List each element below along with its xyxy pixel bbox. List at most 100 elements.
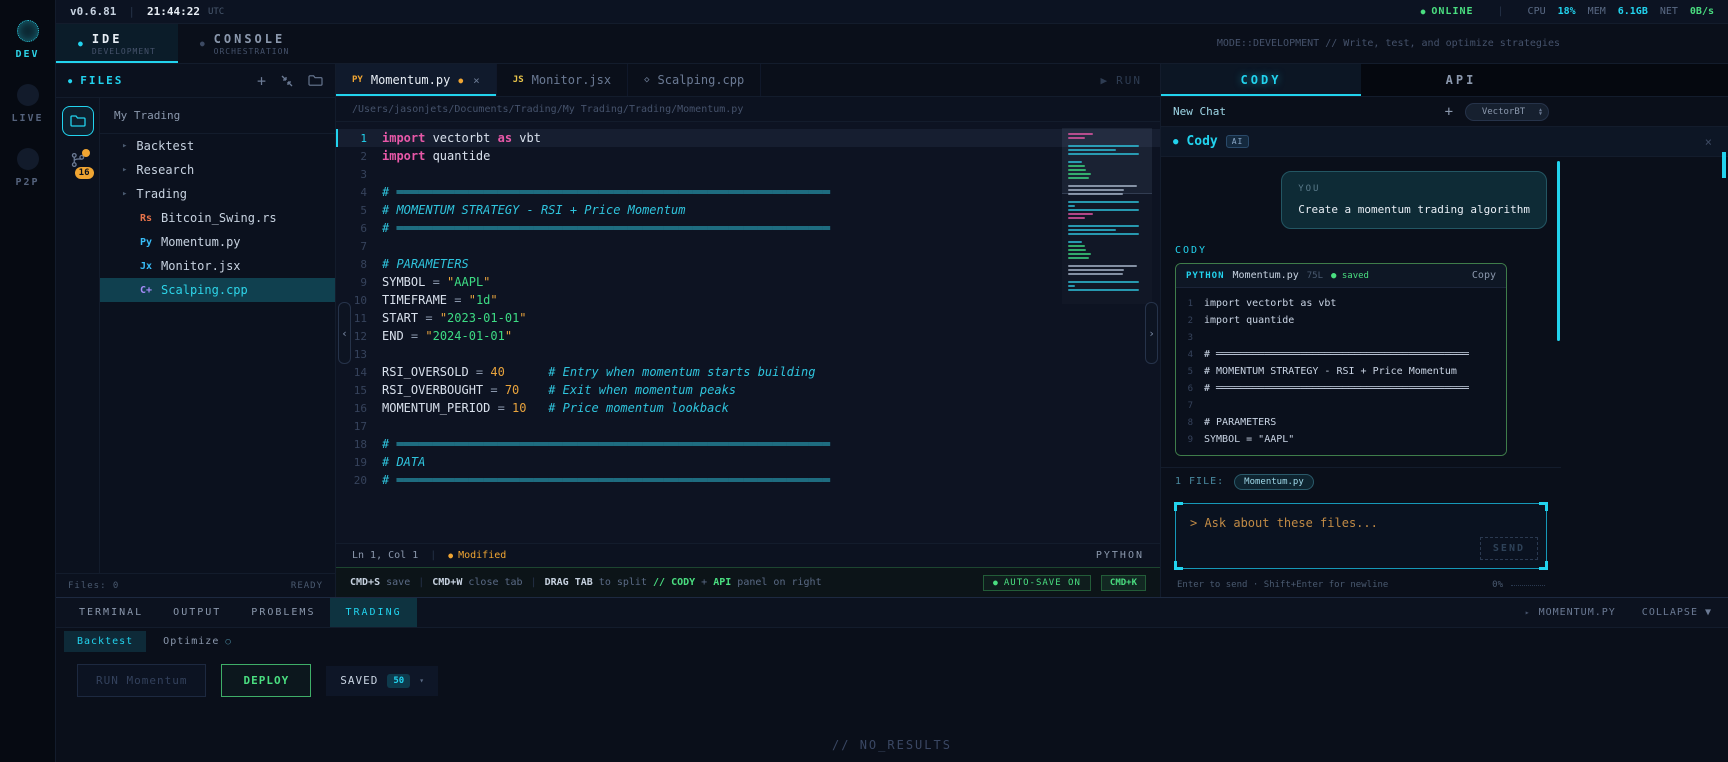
code-text: import vectorbt as vbt	[382, 131, 541, 145]
files-ready-label: READY	[290, 580, 323, 591]
subtab-optimize[interactable]: Optimize ○	[150, 631, 245, 652]
code-line-12[interactable]: 12 END = "2024-01-01"	[336, 327, 1160, 345]
collapse-cody-panel-handle[interactable]: ›	[1145, 302, 1158, 364]
rail-item-p2p[interactable]: P2P	[15, 148, 39, 188]
collapse-panel-icon[interactable]	[280, 74, 294, 88]
run-button[interactable]: ▶ RUN	[1083, 64, 1161, 96]
user-message-text: Create a momentum trading algorithm	[1298, 203, 1530, 216]
tab-ide[interactable]: ● IDE DEVELOPMENT	[56, 24, 178, 63]
chat-scrollbar[interactable]	[1557, 161, 1560, 341]
tree-folder-research[interactable]: ▸ Research	[100, 158, 335, 182]
folder-icon	[69, 115, 86, 127]
code-line-5[interactable]: 5 # MOMENTUM STRATEGY - RSI + Price Momen…	[336, 201, 1160, 219]
code-text: import quantide	[382, 149, 491, 163]
line-number: 18	[353, 437, 367, 451]
tab-label: Scalping.cpp	[657, 73, 745, 87]
code-line-20[interactable]: 20 # ════════════════════════════════════…	[336, 471, 1160, 489]
code-area[interactable]: 1 import vectorbt as vbt 2 import quantide 3…	[336, 122, 1160, 543]
line-number: 5	[1187, 366, 1193, 377]
cody-panel: CODY API New Chat + VectorBT ▲ ▼ ● Cody A…	[1160, 64, 1728, 597]
code-line-17[interactable]: 17	[336, 417, 1160, 435]
tab-api[interactable]: API	[1361, 64, 1561, 96]
code-text: START = "2023-01-01"	[382, 311, 527, 325]
tree-file-bitcoin-swing-rs[interactable]: Rs Bitcoin_Swing.rs	[100, 206, 335, 230]
code-line-16[interactable]: 16 MOMENTUM_PERIOD = 10 # Price momentum …	[336, 399, 1160, 417]
tab-cody[interactable]: CODY	[1161, 64, 1361, 96]
code-line-10[interactable]: 10 TIMEFRAME = "1d"	[336, 291, 1160, 309]
model-select[interactable]: VectorBT ▲ ▼	[1465, 102, 1549, 121]
workspace-root-label[interactable]: My Trading	[100, 98, 335, 134]
collapse-files-panel-handle[interactable]: ‹	[338, 302, 351, 364]
caret-right-icon: ▸	[122, 165, 128, 175]
chat-code-line: 1 import vectorbt as vbt	[1176, 295, 1506, 312]
code-text: # PARAMETERS	[382, 257, 469, 271]
copy-code-button[interactable]: Copy	[1472, 270, 1496, 281]
context-files-row: 1 FILE: Momentum.py	[1161, 467, 1561, 495]
bottom-tab-terminal[interactable]: TERMINAL	[64, 598, 158, 627]
code-line-13[interactable]: 13	[336, 345, 1160, 363]
tab-console[interactable]: ● CONSOLE ORCHESTRATION	[178, 24, 311, 63]
code-block-save-status: ● saved	[1331, 270, 1369, 281]
optimize-circle-icon: ○	[225, 636, 232, 647]
editor-tab-momentum-py[interactable]: PY Momentum.py ● ×	[336, 64, 497, 96]
rail-item-live[interactable]: LIVE	[11, 84, 43, 124]
code-block-filename: Momentum.py	[1232, 270, 1299, 281]
panel-scrollbar[interactable]	[1722, 152, 1726, 178]
minimap[interactable]	[1062, 128, 1152, 304]
code-text: SYMBOL = "AAPL"	[382, 275, 491, 289]
bottom-tab-trading[interactable]: TRADING	[330, 598, 417, 627]
language-indicator[interactable]: PYTHON	[1096, 550, 1144, 561]
source-control-button[interactable]: 16	[70, 149, 94, 179]
code-line-1[interactable]: 1 import vectorbt as vbt	[336, 129, 1160, 147]
chat-code-line: 8 # PARAMETERS	[1176, 414, 1506, 431]
tree-file-scalping-cpp[interactable]: C+ Scalping.cpp	[100, 278, 335, 302]
code-line-14[interactable]: 14 RSI_OVERSOLD = 40 # Entry when momentu…	[336, 363, 1160, 381]
folder-icon[interactable]	[308, 74, 323, 87]
no-results-placeholder: // NO_RESULTS	[832, 738, 952, 752]
code-line-3[interactable]: 3	[336, 165, 1160, 183]
code-line-4[interactable]: 4 # ═════════════════════════════════════…	[336, 183, 1160, 201]
active-strategy-indicator[interactable]: ▸ MOMENTUM.PY	[1525, 607, 1616, 618]
context-file-chip[interactable]: Momentum.py	[1234, 473, 1314, 490]
line-number: 9	[1187, 434, 1193, 445]
tree-file-momentum-py[interactable]: Py Momentum.py	[100, 230, 335, 254]
bottom-tab-output[interactable]: OUTPUT	[158, 598, 236, 627]
code-line-18[interactable]: 18 # ════════════════════════════════════…	[336, 435, 1160, 453]
mode-tab-bar: ● IDE DEVELOPMENT ● CONSOLE ORCHESTRATIO…	[56, 24, 1728, 64]
code-line-9[interactable]: 9 SYMBOL = "AAPL"	[336, 273, 1160, 291]
code-text: # ══════════════════════════════════════…	[382, 437, 830, 451]
tree-folder-trading[interactable]: ▸ Trading	[100, 182, 335, 206]
subtab-label: Backtest	[77, 636, 134, 647]
new-file-button[interactable]: +	[257, 72, 266, 90]
explorer-folder-button[interactable]	[61, 106, 94, 136]
saved-dropdown[interactable]: SAVED 50 ▾	[326, 665, 439, 696]
autosave-toggle[interactable]: ● AUTO-SAVE ON	[983, 574, 1091, 591]
add-chat-button[interactable]: +	[1445, 104, 1453, 120]
code-line-15[interactable]: 15 RSI_OVERBOUGHT = 70 # Exit when moment…	[336, 381, 1160, 399]
file-tree: My Trading ▸ Backtest ▸ Research ▸ Trading Rs B…	[100, 98, 335, 573]
tree-file-monitor-jsx[interactable]: Jx Monitor.jsx	[100, 254, 335, 278]
editor-tab-monitor-jsx[interactable]: JS Monitor.jsx	[497, 64, 629, 96]
subtab-backtest[interactable]: Backtest	[64, 631, 147, 652]
new-chat-button[interactable]: New Chat	[1173, 105, 1226, 118]
code-line-19[interactable]: 19 # DATA	[336, 453, 1160, 471]
rail-item-label: DEV	[15, 49, 40, 60]
code-line-11[interactable]: 11 START = "2023-01-01"	[336, 309, 1160, 327]
divider: |	[1497, 6, 1504, 17]
code-line-6[interactable]: 6 # ═════════════════════════════════════…	[336, 219, 1160, 237]
close-chat-icon[interactable]: ×	[1705, 135, 1716, 149]
deploy-button[interactable]: DEPLOY	[221, 664, 312, 697]
close-tab-icon[interactable]: ×	[473, 74, 480, 87]
rail-item-dev[interactable]: DEV	[15, 20, 39, 60]
code-line-7[interactable]: 7	[336, 237, 1160, 255]
send-button[interactable]: SEND	[1479, 537, 1538, 560]
run-backtest-button[interactable]: RUN Momentum	[77, 664, 207, 697]
tree-folder-backtest[interactable]: ▸ Backtest	[100, 134, 335, 158]
code-line-2[interactable]: 2 import quantide	[336, 147, 1160, 165]
bottom-tab-problems[interactable]: PROBLEMS	[236, 598, 330, 627]
line-number: 1	[360, 131, 367, 145]
collapse-bottom-panel-button[interactable]: COLLAPSE ▼	[1642, 607, 1712, 618]
code-line-8[interactable]: 8 # PARAMETERS	[336, 255, 1160, 273]
editor-tab-scalping-cpp[interactable]: ◇ Scalping.cpp	[628, 64, 762, 96]
chat-code-line: 7	[1176, 397, 1506, 414]
